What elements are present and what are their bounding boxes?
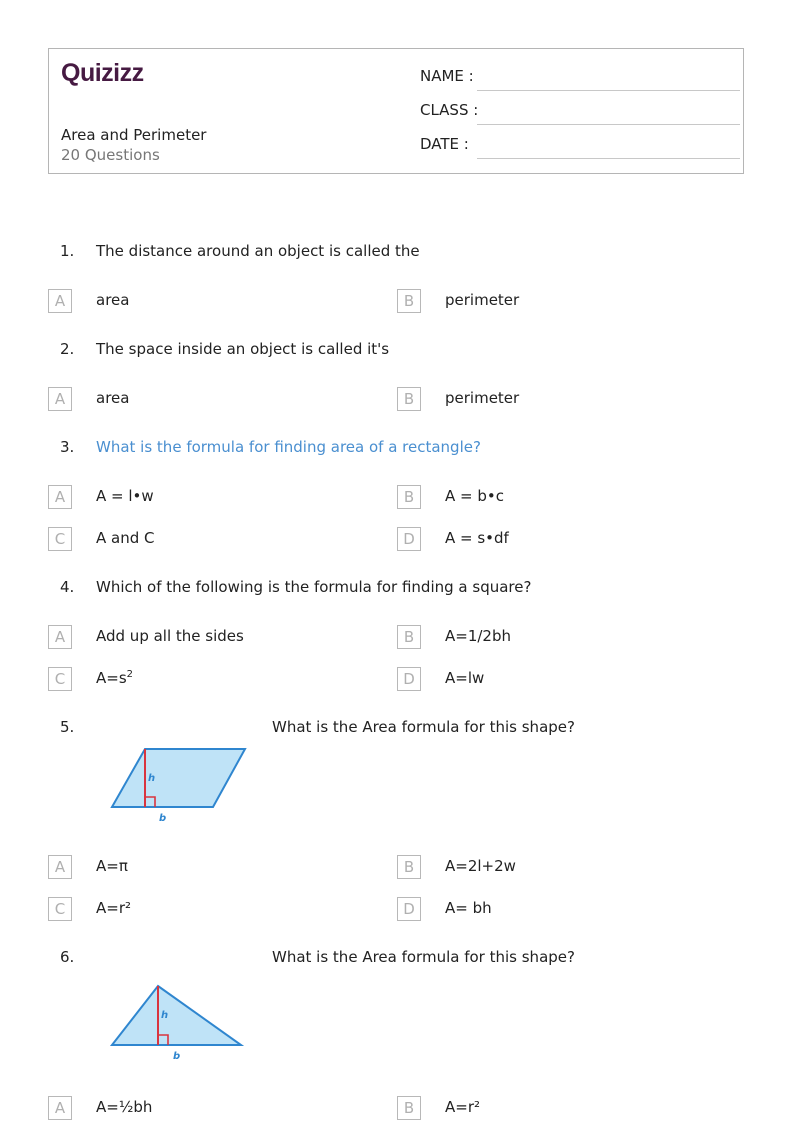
option-text: A = b•c <box>445 487 504 505</box>
option-letter-box: D <box>397 527 421 551</box>
option-letter-box: B <box>397 625 421 649</box>
name-line[interactable] <box>477 90 740 91</box>
height-label: h <box>161 1010 168 1021</box>
question-text: What is the Area formula for this shape? <box>272 948 575 966</box>
base-label: b <box>173 1051 180 1062</box>
option-text: A=s2 <box>96 669 133 687</box>
class-field[interactable]: CLASS : <box>420 101 740 125</box>
option-letter-box: A <box>48 1096 72 1120</box>
class-line[interactable] <box>477 124 740 125</box>
height-label: h <box>148 773 155 784</box>
question-text: What is the formula for finding area of … <box>96 438 481 456</box>
option-letter-box: D <box>397 897 421 921</box>
question-count: 20 Questions <box>61 146 160 164</box>
triangle-shape <box>109 984 245 1046</box>
question-number: 5. <box>60 718 75 736</box>
question-text: Which of the following is the formula fo… <box>96 578 532 596</box>
triangle-figure: h b <box>109 984 245 1062</box>
date-label: DATE : <box>420 135 469 153</box>
question-number: 1. <box>60 242 75 260</box>
question-number: 2. <box>60 340 75 358</box>
option-text: A=r² <box>445 1098 481 1116</box>
option-text: A = s•df <box>445 529 509 547</box>
option-text: area <box>96 389 130 407</box>
option-text: A=2l+2w <box>445 857 516 875</box>
question-number: 6. <box>60 948 75 966</box>
option-text: perimeter <box>445 389 520 407</box>
option-letter-box: A <box>48 485 72 509</box>
quizizz-logo: Quizizz <box>61 59 144 87</box>
date-line[interactable] <box>477 158 740 159</box>
question-text: The space inside an object is called it'… <box>96 340 390 358</box>
option-letter-box: A <box>48 625 72 649</box>
worksheet-title: Area and Perimeter <box>61 126 207 144</box>
option-letter-box: B <box>397 485 421 509</box>
option-text: Add up all the sides <box>96 627 244 645</box>
worksheet-header: Quizizz Area and Perimeter 20 Questions … <box>48 48 744 174</box>
option-text: A = l•w <box>96 487 154 505</box>
option-letter-box: C <box>48 897 72 921</box>
option-text-base: A=s <box>96 669 127 687</box>
base-label: b <box>159 813 166 824</box>
option-text: A=1/2bh <box>445 627 511 645</box>
parallelogram-figure: h b <box>110 748 247 824</box>
option-text: A=½bh <box>96 1098 153 1116</box>
option-text: A=lw <box>445 669 485 687</box>
option-text: A and C <box>96 529 155 547</box>
date-field[interactable]: DATE : <box>420 135 740 159</box>
class-label: CLASS : <box>420 101 479 119</box>
parallelogram-shape <box>110 748 247 808</box>
option-text: A=r² <box>96 899 132 917</box>
option-text: perimeter <box>445 291 520 309</box>
question-number: 4. <box>60 578 75 596</box>
name-field[interactable]: NAME : <box>420 67 740 91</box>
question-text: The distance around an object is called … <box>96 242 420 260</box>
exponent: 2 <box>126 669 134 680</box>
option-letter-box: B <box>397 855 421 879</box>
option-text: A=π <box>96 857 128 875</box>
option-letter-box: D <box>397 667 421 691</box>
option-letter-box: C <box>48 667 72 691</box>
option-letter-box: A <box>48 387 72 411</box>
option-text: area <box>96 291 130 309</box>
option-letter-box: B <box>397 289 421 313</box>
option-letter-box: A <box>48 855 72 879</box>
option-letter-box: B <box>397 1096 421 1120</box>
question-number: 3. <box>60 438 75 456</box>
option-letter-box: B <box>397 387 421 411</box>
question-text: What is the Area formula for this shape? <box>272 718 575 736</box>
name-label: NAME : <box>420 67 474 85</box>
option-letter-box: C <box>48 527 72 551</box>
option-letter-box: A <box>48 289 72 313</box>
option-text: A= bh <box>445 899 492 917</box>
